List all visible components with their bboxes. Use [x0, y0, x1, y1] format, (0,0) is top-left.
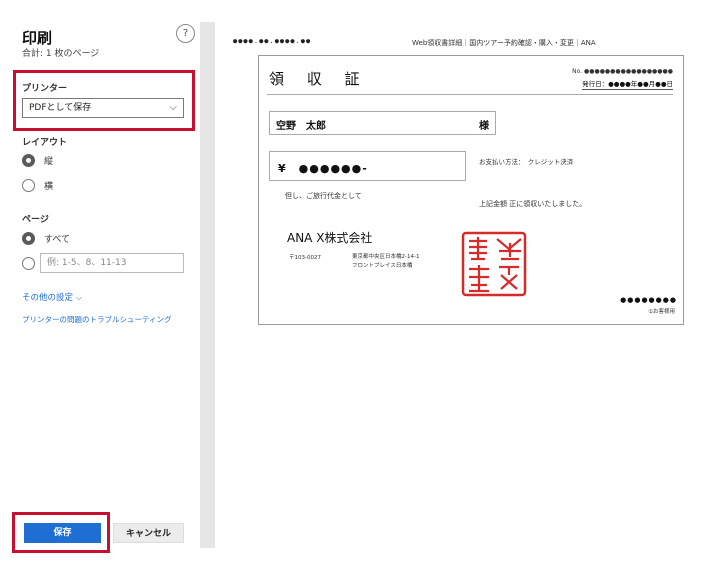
- receipt-note: 但し、ご旅行代金として: [285, 192, 362, 200]
- pages-option-all-label: すべて: [44, 234, 71, 245]
- pages-option-all[interactable]: すべて: [22, 231, 70, 245]
- page-count-summary: 合計: 1 枚のページ: [22, 49, 100, 59]
- radio-selected-icon[interactable]: [22, 153, 35, 167]
- company-zip: 〒103-0027: [289, 255, 321, 261]
- receipt-issue-date: 発行日：●●●●年●●月●●日: [582, 80, 673, 90]
- radio-unselected-icon[interactable]: [22, 178, 35, 192]
- receipt-number: No. ●●●●●●●●●●●●●●●●●: [572, 68, 673, 75]
- recipient-honorific: 様: [479, 121, 489, 132]
- printer-troubleshoot-link[interactable]: プリンターの問題のトラブルシューティング: [22, 314, 172, 325]
- help-icon[interactable]: ?: [176, 24, 195, 43]
- page-range-input[interactable]: 例: 1-5、8、11-13: [40, 253, 184, 273]
- receipt-page: 領 収 証 No. ●●●●●●●●●●●●●●●●● 発行日：●●●●年●●月…: [258, 55, 684, 325]
- layout-option-portrait[interactable]: 縦: [22, 153, 53, 167]
- layout-option-portrait-label: 縦: [44, 156, 54, 167]
- dialog-title: 印刷: [22, 29, 53, 47]
- recipient-name: 空野 太郎: [276, 121, 326, 132]
- company-seal-stamp-icon: [461, 231, 527, 297]
- more-settings-link[interactable]: その他の設定 ⌵: [22, 291, 82, 303]
- save-highlight-box: [12, 512, 110, 553]
- pages-label: ページ: [22, 215, 49, 225]
- receipt-title: 領 収 証: [269, 70, 369, 88]
- printer-highlight-box: [13, 70, 195, 131]
- radio-selected-icon[interactable]: [22, 231, 35, 245]
- title-divider: [267, 94, 673, 95]
- radio-unselected-icon[interactable]: [22, 256, 35, 270]
- address-line-1: 東京都中央区日本橋2-14-1: [352, 254, 420, 260]
- address-line-2: フロントプレイス日本橋: [352, 263, 413, 269]
- company-address: 東京都中央区日本橋2-14-1 フロントプレイス日本橋: [352, 253, 419, 271]
- amount-box: ¥ ●●●●●●-: [269, 151, 466, 181]
- company-name: ANA X株式会社: [287, 231, 373, 245]
- receipt-amount: ¥ ●●●●●●-: [278, 162, 368, 175]
- cancel-button[interactable]: キャンセル: [113, 523, 184, 543]
- layout-label: レイアウト: [22, 138, 68, 148]
- layout-option-landscape-label: 横: [44, 181, 54, 192]
- pages-option-custom[interactable]: [22, 256, 35, 270]
- preview-header-title: Web領収書詳細｜国内ツアー予約確認・購入・変更｜ANA: [412, 39, 596, 47]
- receipt-trailing-mark: ●●●●●●●●: [620, 296, 677, 304]
- preview-header-date: ●●●●.●●.●●●●.●●: [233, 37, 312, 45]
- recipient-box: 空野 太郎 様: [269, 111, 496, 135]
- received-statement: 上記金額 正に領収いたしました。: [479, 200, 587, 208]
- print-panel: 印刷 合計: 1 枚のページ ? プリンター PDFとして保存 ⌵ レイアウト …: [0, 0, 200, 568]
- preview-scroll-gutter[interactable]: [200, 22, 215, 548]
- customer-copy-label: ①お客様用: [648, 309, 675, 315]
- payment-method: お支払い方法： クレジット決済: [479, 158, 574, 166]
- layout-option-landscape[interactable]: 横: [22, 178, 53, 192]
